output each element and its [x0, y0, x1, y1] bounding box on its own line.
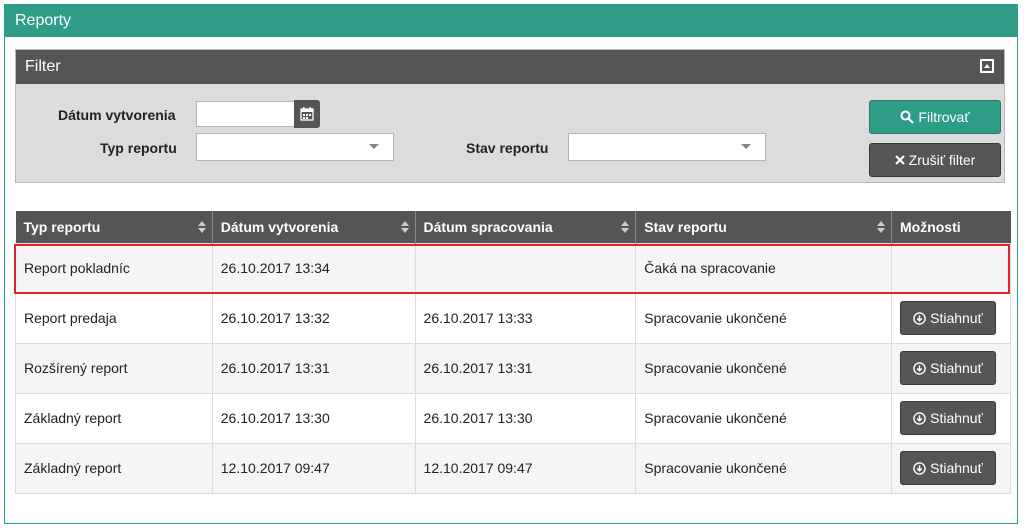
cell-options — [890, 242, 1012, 294]
column-header-processed[interactable]: Dátum spracovania — [415, 211, 637, 243]
download-button[interactable]: Stiahnuť — [899, 301, 996, 335]
clear-filter-label: Zrušiť filter — [908, 152, 976, 168]
download-icon — [913, 411, 926, 425]
calendar-button[interactable] — [294, 100, 320, 128]
cell-processed — [414, 242, 637, 294]
cell-created: 26.10.2017 13:34 — [211, 242, 416, 294]
cell-processed: 26.10.2017 13:33 — [414, 292, 637, 344]
download-button-label: Stiahnuť — [930, 310, 983, 326]
table-row[interactable]: Report predaja 26.10.2017 13:32 26.10.2017… — [15, 292, 1012, 344]
cell-options: Stiahnuť — [890, 292, 1012, 344]
sort-icon[interactable] — [876, 221, 885, 233]
download-button-label: Stiahnuť — [930, 460, 983, 476]
sort-icon[interactable] — [197, 221, 206, 233]
collapse-icon[interactable] — [980, 59, 994, 73]
cell-created: 12.10.2017 09:47 — [211, 442, 416, 494]
panel-title: Reporty — [5, 5, 1017, 37]
download-icon — [913, 311, 926, 325]
download-icon — [913, 461, 926, 475]
table-row[interactable]: Rozšírený report 26.10.2017 13:31 26.10.20… — [15, 342, 1012, 394]
chevron-down-icon — [741, 144, 751, 149]
chevron-down-icon — [369, 144, 379, 149]
cell-created: 26.10.2017 13:31 — [211, 342, 416, 394]
cell-created: 26.10.2017 13:32 — [211, 292, 416, 344]
cell-state: Spracovanie ukončené — [635, 392, 892, 444]
filter-box: Filter Dátum vytvorenia Typ reportu Stav… — [15, 49, 1005, 183]
cell-state: Spracovanie ukončené — [635, 442, 892, 494]
download-button[interactable]: Stiahnuť — [899, 351, 996, 385]
column-header-type[interactable]: Typ reportu — [15, 211, 213, 243]
cell-processed: 26.10.2017 13:31 — [414, 342, 637, 394]
cell-state: Čaká na spracovanie — [635, 242, 892, 294]
cell-type: Report predaja — [15, 292, 213, 344]
search-icon — [900, 110, 915, 124]
column-header-options: Možnosti — [891, 211, 1011, 243]
cell-type: Základný report — [15, 442, 213, 494]
cell-processed: 26.10.2017 13:30 — [414, 392, 637, 444]
filter-title: Filter — [25, 58, 61, 75]
cell-type: Rozšírený report — [15, 342, 213, 394]
download-button-label: Stiahnuť — [930, 360, 983, 376]
column-header-state[interactable]: Stav reportu — [635, 211, 892, 243]
cell-created: 26.10.2017 13:30 — [211, 392, 416, 444]
download-button[interactable]: Stiahnuť — [899, 451, 996, 485]
table-body: Report pokladníc 26.10.2017 13:34 Čaká na … — [15, 242, 1012, 494]
filter-header: Filter — [16, 50, 1004, 84]
cell-state: Spracovanie ukončené — [635, 292, 892, 344]
cell-state: Spracovanie ukončené — [635, 342, 892, 394]
filter-button[interactable]: Filtrovať — [869, 100, 1001, 134]
column-header-created[interactable]: Dátum vytvorenia — [212, 211, 416, 243]
table-header-row: Typ reportu Dátum vytvorenia Dátum sprac… — [15, 211, 1011, 243]
cell-options: Stiahnuť — [890, 442, 1012, 494]
state-label: Stav reportu — [466, 140, 549, 156]
table-row[interactable]: Základný report 12.10.2017 09:47 12.10.201… — [15, 442, 1012, 494]
cell-type: Report pokladníc — [15, 242, 213, 294]
table-row[interactable]: Základný report 26.10.2017 13:30 26.10.201… — [15, 392, 1012, 444]
download-button-label: Stiahnuť — [930, 410, 983, 426]
filter-button-label: Filtrovať — [918, 109, 970, 125]
calendar-icon — [300, 107, 314, 121]
reports-table: Typ reportu Dátum vytvorenia Dátum sprac… — [15, 211, 1012, 494]
clear-filter-button[interactable]: Zrušiť filter — [869, 143, 1001, 177]
download-icon — [913, 361, 926, 375]
sort-icon[interactable] — [621, 221, 630, 233]
cell-type: Základný report — [15, 392, 213, 444]
date-label: Dátum vytvorenia — [58, 107, 176, 123]
state-select[interactable] — [568, 133, 766, 161]
reports-panel: Reporty Filter Dátum vytvorenia Typ repo… — [4, 4, 1018, 524]
cell-options: Stiahnuť — [890, 392, 1012, 444]
type-select[interactable] — [196, 133, 394, 161]
date-input[interactable] — [196, 101, 296, 127]
download-button[interactable]: Stiahnuť — [899, 401, 996, 435]
type-label: Typ reportu — [100, 140, 177, 156]
table-row[interactable]: Report pokladníc 26.10.2017 13:34 Čaká na … — [15, 242, 1012, 294]
sort-icon[interactable] — [400, 221, 409, 233]
cell-options: Stiahnuť — [890, 342, 1012, 394]
close-icon — [894, 155, 905, 165]
cell-processed: 12.10.2017 09:47 — [414, 442, 637, 494]
